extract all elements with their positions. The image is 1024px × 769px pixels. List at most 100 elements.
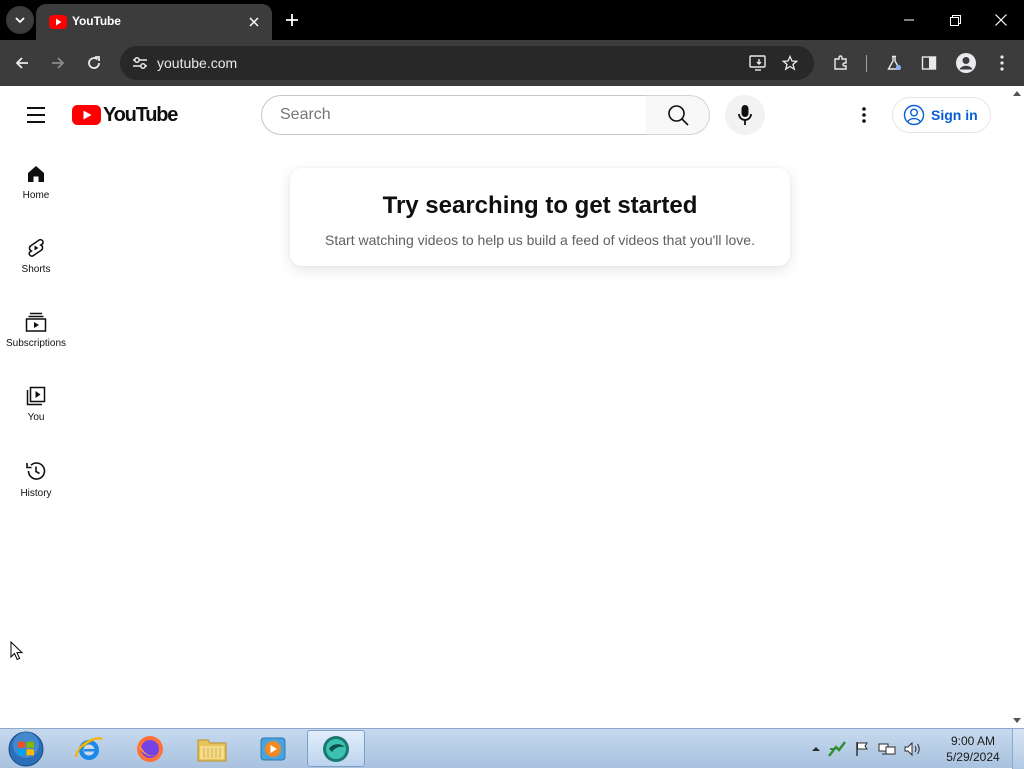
firefox-icon: [137, 735, 163, 762]
taskbar-firefox[interactable]: [121, 730, 179, 767]
side-panel-icon: [921, 56, 937, 70]
more-vert-icon: [862, 107, 866, 123]
taskbar-clock[interactable]: 9:00 AM 5/29/2024: [940, 733, 1006, 765]
tab-search-button[interactable]: [6, 6, 34, 34]
search-input[interactable]: [278, 96, 638, 134]
sign-in-label: Sign in: [931, 107, 978, 123]
reload-icon: [88, 56, 100, 69]
flask-icon: [887, 55, 901, 70]
site-info-button[interactable]: [128, 51, 152, 75]
clock-date: 5/29/2024: [946, 750, 1000, 764]
active-app-icon: [323, 735, 349, 762]
internet-explorer-icon: [74, 736, 103, 760]
network-icon[interactable]: [878, 741, 896, 757]
more-vert-icon: [1000, 55, 1004, 71]
empty-feed-subtitle: Start watching videos to help us build a…: [325, 232, 755, 248]
windows-start-icon: [8, 731, 44, 767]
close-icon: [995, 14, 1007, 26]
home-icon: [28, 166, 44, 182]
guide-item-label: Home: [22, 190, 50, 201]
show-desktop-button[interactable]: [1012, 729, 1024, 769]
minimize-button[interactable]: [886, 0, 932, 40]
settings-menu-button[interactable]: [848, 99, 880, 131]
star-icon: [782, 55, 798, 71]
you-icon: [26, 386, 46, 406]
browser-title-bar: YouTube: [0, 0, 1024, 40]
browser-toolbar: youtube.com: [0, 40, 1024, 86]
youtube-play-icon: [72, 105, 101, 125]
youtube-page: YouTube Sign in Home Shorts Subscription…: [0, 86, 1010, 728]
guide-item-label: History: [20, 488, 52, 499]
profile-button[interactable]: [951, 48, 981, 78]
guide-item-label: Shorts: [21, 264, 51, 275]
labs-button[interactable]: [879, 48, 909, 78]
side-panel-button[interactable]: [914, 48, 944, 78]
close-icon: [249, 17, 259, 27]
browser-tab-youtube[interactable]: YouTube: [36, 4, 272, 40]
taskbar-file-explorer[interactable]: [183, 730, 241, 767]
sign-in-button[interactable]: Sign in: [892, 97, 991, 133]
back-button[interactable]: [7, 48, 37, 78]
file-explorer-icon: [197, 739, 227, 761]
network-activity-icon[interactable]: [828, 741, 846, 757]
install-app-button[interactable]: [746, 52, 770, 74]
taskbar-internet-explorer[interactable]: [60, 730, 118, 767]
tab-title: YouTube: [72, 14, 121, 28]
youtube-wordmark: YouTube: [103, 103, 178, 126]
chrome-menu-button[interactable]: [987, 48, 1017, 78]
extensions-button[interactable]: [826, 48, 856, 78]
tab-close-button[interactable]: [244, 12, 264, 32]
clock-time: 9:00 AM: [950, 734, 996, 748]
account-circle-icon: [903, 104, 925, 126]
close-window-button[interactable]: [978, 0, 1024, 40]
system-tray: [812, 729, 922, 769]
reload-button[interactable]: [79, 48, 109, 78]
subscriptions-icon: [25, 312, 47, 332]
microphone-icon: [738, 105, 752, 125]
empty-feed-card: Try searching to get started Start watch…: [290, 168, 790, 266]
scroll-up-arrow-icon[interactable]: [1013, 91, 1021, 96]
voice-search-button[interactable]: [725, 95, 765, 135]
scroll-down-arrow-icon[interactable]: [1013, 718, 1021, 723]
mouse-cursor-icon: [10, 641, 24, 661]
page-scrollbar[interactable]: [1010, 86, 1024, 728]
guide-item-label: Subscriptions: [5, 338, 67, 349]
history-icon: [26, 462, 46, 480]
toolbar-divider: [866, 55, 867, 72]
guide-item-you[interactable]: You: [0, 372, 72, 446]
restore-icon: [949, 14, 961, 26]
guide-item-subscriptions[interactable]: Subscriptions: [0, 298, 72, 372]
chevron-down-icon: [15, 17, 25, 24]
puzzle-icon: [834, 55, 847, 70]
tune-icon: [133, 57, 147, 69]
search-button[interactable]: [646, 95, 710, 135]
show-hidden-icons-icon[interactable]: [812, 745, 820, 753]
menu-icon: [27, 107, 45, 109]
guide-item-label: You: [27, 412, 45, 423]
guide-item-home[interactable]: Home: [0, 150, 72, 224]
shorts-icon: [28, 238, 44, 257]
new-tab-button[interactable]: [280, 8, 304, 32]
arrow-left-icon: [15, 57, 28, 69]
bookmark-button[interactable]: [778, 52, 802, 74]
start-button[interactable]: [6, 731, 46, 767]
guide-item-shorts[interactable]: Shorts: [0, 224, 72, 298]
restore-button[interactable]: [932, 0, 978, 40]
youtube-favicon-icon: [49, 15, 67, 29]
windows-taskbar: 9:00 AM 5/29/2024: [0, 728, 1024, 769]
plus-icon: [286, 14, 298, 26]
address-bar[interactable]: youtube.com: [120, 46, 814, 80]
url-text[interactable]: youtube.com: [157, 55, 237, 71]
search-box[interactable]: [261, 95, 647, 135]
forward-button[interactable]: [43, 48, 73, 78]
taskbar-active-app[interactable]: [307, 730, 365, 767]
taskbar-media-player[interactable]: [244, 730, 302, 767]
guide-menu-button[interactable]: [20, 99, 52, 131]
guide-item-history[interactable]: History: [0, 446, 72, 520]
profile-icon: [956, 53, 976, 73]
volume-icon[interactable]: [904, 741, 922, 757]
search-icon: [667, 105, 689, 126]
install-icon: [749, 55, 766, 71]
youtube-logo[interactable]: YouTube: [72, 103, 178, 126]
action-center-flag-icon[interactable]: [854, 741, 870, 757]
